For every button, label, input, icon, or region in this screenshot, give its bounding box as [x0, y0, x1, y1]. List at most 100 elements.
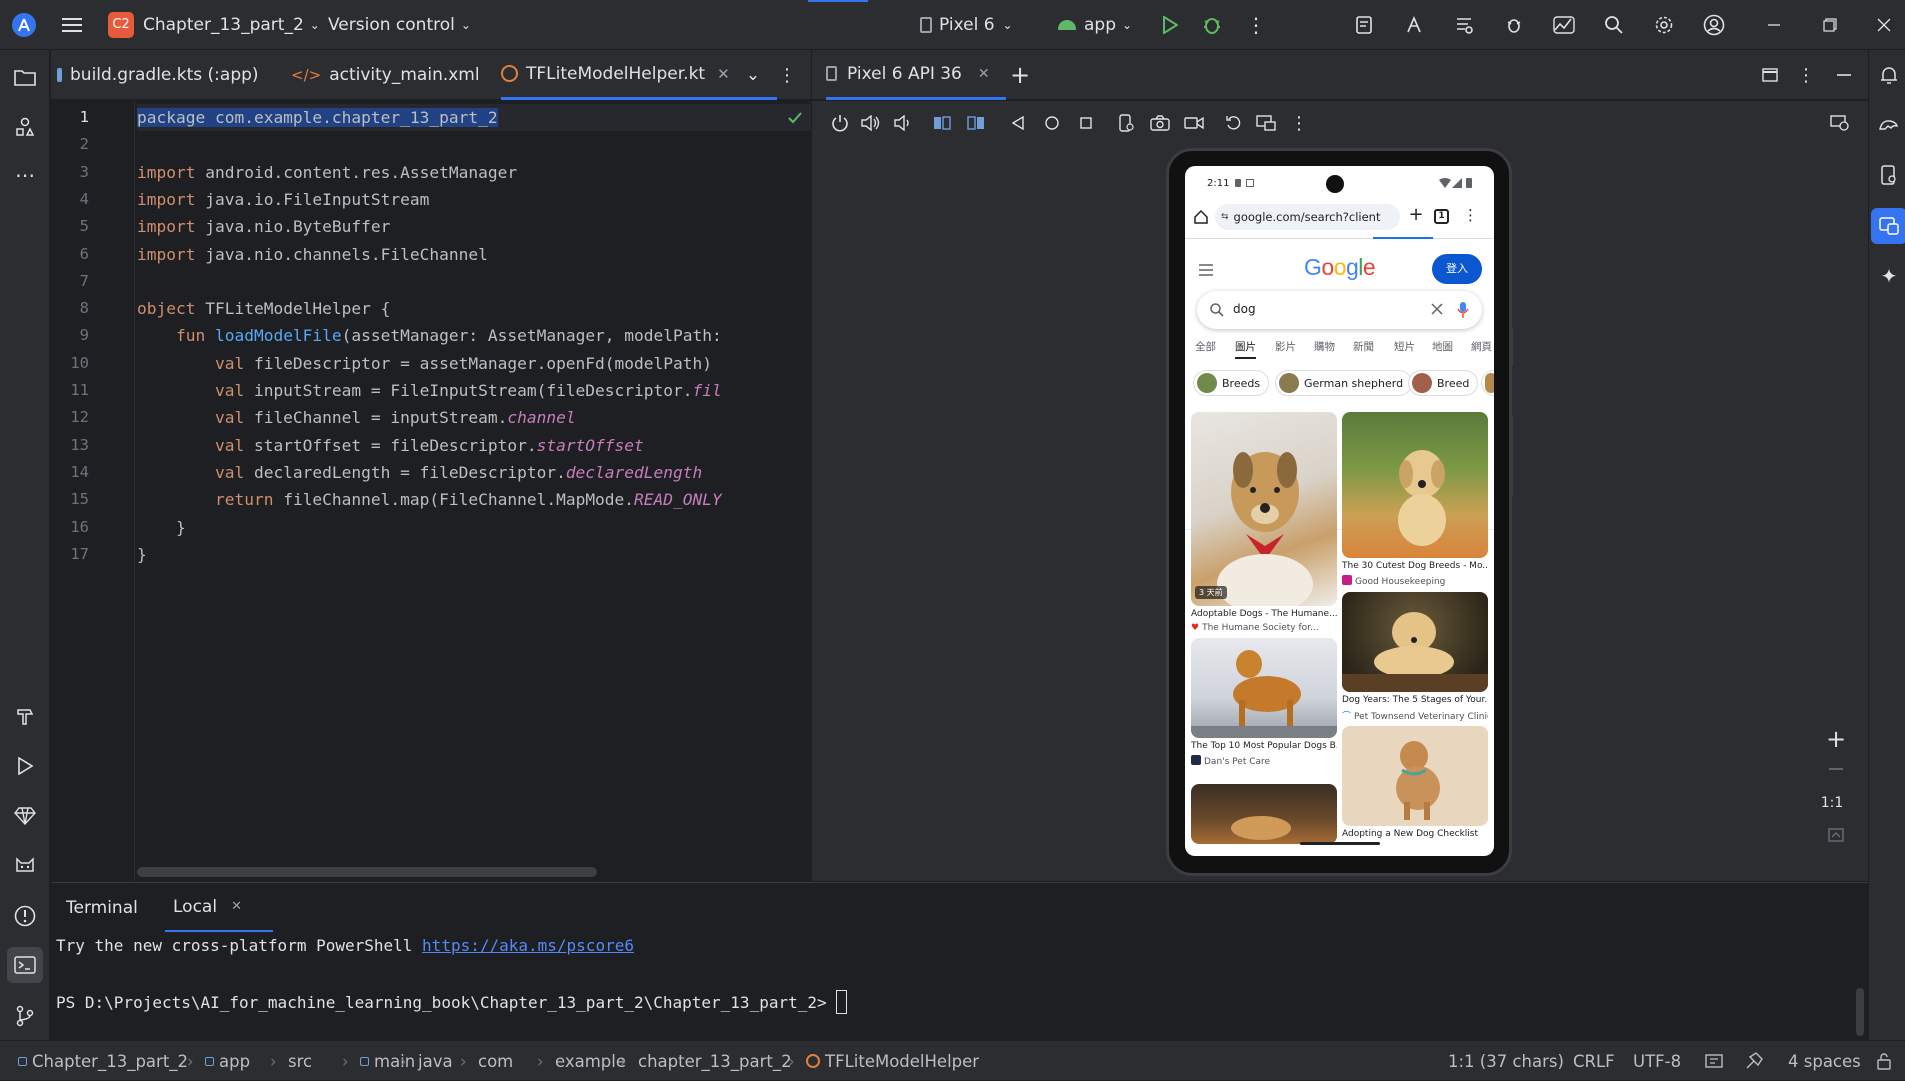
screenshot-camera-icon[interactable] — [1148, 111, 1172, 135]
result-image-1[interactable] — [1191, 412, 1337, 606]
result-title[interactable]: Adopting a New Dog Checklist — [1342, 829, 1488, 839]
mirroring-icon[interactable] — [1254, 111, 1278, 135]
snapshot-icon[interactable] — [1222, 111, 1246, 135]
breadcrumb-item[interactable]: com — [478, 1041, 513, 1081]
breadcrumb-item[interactable]: Chapter_13_part_2 — [18, 1041, 188, 1081]
close-tab-icon[interactable]: ✕ — [231, 899, 242, 914]
volume-up-icon[interactable] — [859, 111, 883, 135]
volume-down-icon[interactable] — [890, 111, 914, 135]
result-image-2[interactable] — [1342, 412, 1488, 558]
code-line[interactable]: } — [137, 541, 722, 568]
device-selector[interactable]: Pixel 6 ⌄ — [920, 0, 1013, 50]
resource-manager-icon[interactable] — [13, 115, 37, 139]
chip-more[interactable] — [1481, 370, 1494, 396]
add-device-icon[interactable]: + — [1008, 63, 1032, 87]
tab-list-chevron-icon[interactable]: ⌄ — [741, 63, 765, 87]
layout-inspector-icon[interactable] — [1452, 13, 1476, 37]
google-menu-icon[interactable] — [1199, 264, 1215, 278]
device-manager-icon[interactable] — [1877, 163, 1901, 187]
breadcrumb-item[interactable]: app — [205, 1041, 250, 1081]
result-title[interactable]: The Top 10 Most Popular Dogs B... — [1191, 741, 1337, 751]
debug-icon[interactable] — [1200, 13, 1224, 37]
result-image-4[interactable] — [1191, 638, 1337, 738]
url-bar[interactable]: ⇆ google.com/search?client — [1215, 204, 1400, 230]
filter-tab[interactable]: 影片 — [1275, 339, 1296, 354]
power-save-icon[interactable] — [1742, 1049, 1766, 1073]
minimize-icon[interactable] — [1762, 13, 1786, 37]
code-line[interactable]: } — [137, 514, 722, 541]
breadcrumb-item[interactable]: java — [418, 1041, 453, 1081]
tab-switcher[interactable]: 1 — [1434, 209, 1449, 224]
zoom-fit-icon[interactable] — [1824, 823, 1848, 847]
editor-more-icon[interactable]: ⋮ — [775, 63, 799, 87]
notifications-bell-icon[interactable] — [1877, 63, 1901, 87]
terminal-output[interactable]: Try the new cross-platform PowerShell ht… — [51, 932, 1868, 1040]
tab-tflite-helper[interactable]: TFLiteModelHelper.kt ✕ — [501, 50, 777, 100]
version-control-menu[interactable]: Version control ⌄ — [328, 0, 471, 50]
code-line[interactable]: val fileDescriptor = assetManager.openFd… — [137, 350, 722, 377]
build-hammer-icon[interactable] — [13, 704, 37, 728]
login-button[interactable]: 登入 — [1432, 254, 1482, 284]
code-line[interactable]: val fileChannel = inputStream.channel — [137, 404, 722, 431]
git-branch-icon[interactable] — [13, 1004, 37, 1028]
filter-tab[interactable]: 全部 — [1195, 339, 1216, 354]
indent-setting[interactable]: 4 spaces — [1788, 1041, 1861, 1081]
home-button-icon[interactable] — [1193, 209, 1209, 225]
google-logo[interactable]: Google — [1304, 254, 1375, 281]
search-query[interactable]: dog — [1233, 302, 1256, 316]
horizontal-scrollbar[interactable] — [137, 867, 597, 877]
code-line[interactable]: import java.io.FileInputStream — [137, 186, 722, 213]
fold-icon[interactable] — [1114, 111, 1138, 135]
clear-search-icon[interactable] — [1431, 303, 1445, 317]
main-menu-icon[interactable] — [60, 13, 84, 37]
chip-breed[interactable]: Breed — [1408, 370, 1478, 396]
breadcrumb-item[interactable]: example — [555, 1041, 626, 1081]
line-ending[interactable]: CRLF — [1573, 1041, 1615, 1081]
rotate-right-icon[interactable] — [964, 111, 988, 135]
code-line[interactable]: import java.nio.channels.FileChannel — [137, 241, 722, 268]
code-line[interactable]: val startOffset = fileDescriptor.startOf… — [137, 432, 722, 459]
more-tool-windows-icon[interactable]: ⋯ — [13, 163, 37, 187]
file-encoding[interactable]: UTF-8 — [1633, 1041, 1681, 1081]
chip-breeds[interactable]: Breeds — [1193, 370, 1269, 396]
tab-local[interactable]: Local ✕ — [165, 883, 273, 933]
tab-activity-main[interactable]: </> activity_main.xml — [291, 50, 480, 100]
lock-icon[interactable] — [1872, 1049, 1896, 1073]
settings-gear-icon[interactable] — [1652, 13, 1676, 37]
code-line[interactable]: val inputStream = FileInputStream(fileDe… — [137, 377, 722, 404]
run-config-selector[interactable]: app ⌄ — [1058, 0, 1132, 50]
result-title[interactable]: The 30 Cutest Dog Breeds - Mo... — [1342, 561, 1488, 571]
code-line[interactable]: fun loadModelFile(assetManager: AssetMan… — [137, 322, 722, 349]
terminal-tool-icon[interactable] — [7, 947, 43, 983]
tab-build-gradle[interactable]: build.gradle.kts (:app) — [57, 50, 259, 100]
restore-icon[interactable] — [1818, 13, 1842, 37]
more-actions-icon[interactable]: ⋮ — [1244, 13, 1268, 37]
chip-german-shepherd[interactable]: German shepherd — [1275, 370, 1412, 396]
phone-screen[interactable]: 2:11 ⇆ google.com/search?client + 1 ⋮ Go… — [1185, 166, 1494, 856]
project-folder-icon[interactable] — [13, 65, 37, 89]
breadcrumb-item[interactable]: TFLiteModelHelper — [806, 1041, 979, 1081]
result-source-vet[interactable]: ⌒Pet Townsend Veterinary Clinic — [1342, 709, 1488, 722]
zoom-in-icon[interactable]: + — [1824, 727, 1848, 751]
result-source-gh[interactable]: Good Housekeeping — [1342, 575, 1488, 587]
project-selector[interactable]: C2 Chapter_13_part_2 ⌄ — [108, 0, 320, 50]
gemini-sparkle-icon[interactable]: ✦ — [1877, 264, 1901, 288]
tab-pixel6-api36[interactable]: Pixel 6 API 36 ✕ — [826, 50, 1006, 100]
breadcrumb-item[interactable]: src — [288, 1041, 312, 1081]
code-line[interactable]: return fileChannel.map(FileChannel.MapMo… — [137, 486, 722, 513]
overview-icon[interactable] — [1074, 111, 1098, 135]
sdk-manager-icon[interactable] — [1352, 13, 1376, 37]
code-line[interactable]: import java.nio.ByteBuffer — [137, 213, 722, 240]
code-line[interactable]: val declaredLength = fileDescriptor.decl… — [137, 459, 722, 486]
run-tool-icon[interactable] — [13, 754, 37, 778]
extended-controls-icon[interactable] — [1828, 111, 1852, 135]
home-icon[interactable] — [1040, 111, 1064, 135]
inspection-ok-check-icon[interactable] — [786, 109, 804, 127]
breadcrumb-item[interactable]: main — [360, 1041, 415, 1081]
chrome-menu-icon[interactable]: ⋮ — [1463, 206, 1475, 226]
emulator-more-icon[interactable]: ⋮ — [1287, 111, 1311, 135]
close-tab-icon[interactable]: ✕ — [978, 66, 990, 82]
zoom-actual-size[interactable]: 1:1 — [1816, 795, 1848, 811]
power-icon[interactable] — [828, 111, 852, 135]
search-icon[interactable] — [1602, 13, 1626, 37]
